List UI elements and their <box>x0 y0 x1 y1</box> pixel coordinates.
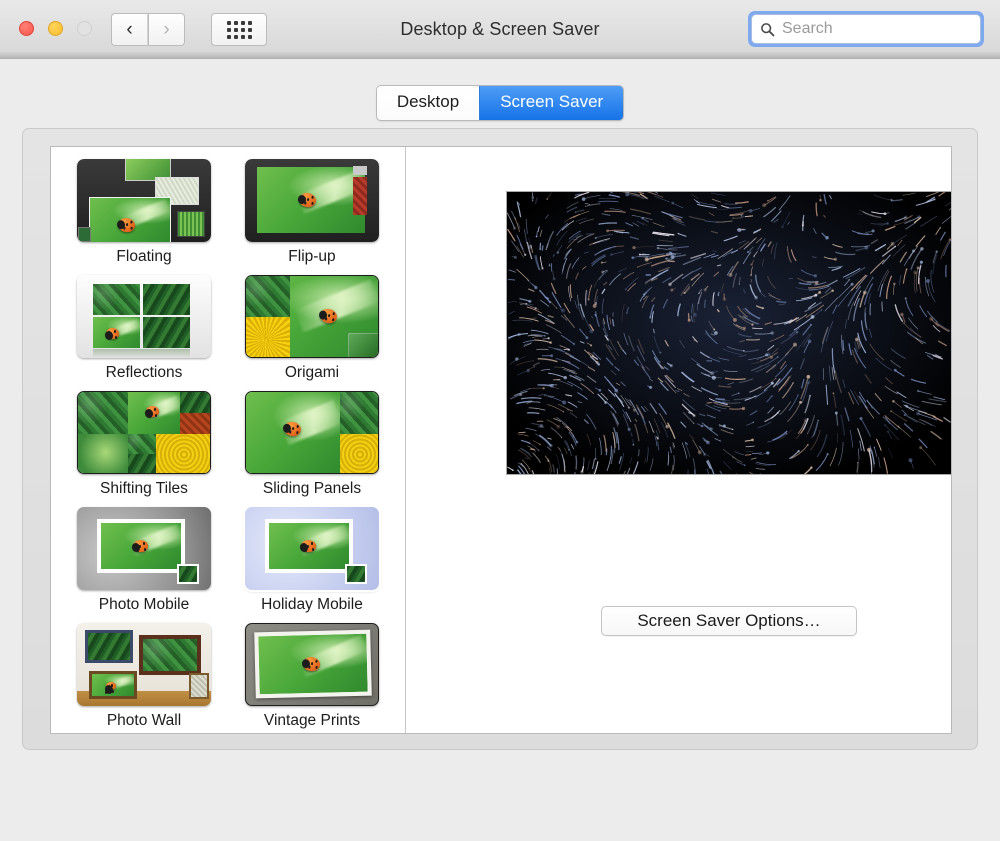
thumbnail-shifting-tiles <box>77 391 211 474</box>
content-container: Floating Flip-up Reflections Origami Shi… <box>22 128 978 750</box>
thumbnail-sliding-panels <box>245 391 379 474</box>
screen-saver-label: Flip-up <box>288 248 336 265</box>
thumbnail-photo-wall <box>77 623 211 706</box>
thumbnail-floating <box>77 159 211 242</box>
search-icon <box>761 22 775 36</box>
screen-saver-list[interactable]: Floating Flip-up Reflections Origami Shi… <box>51 147 406 733</box>
screen-saver-label: Reflections <box>105 364 183 381</box>
tab-screen-saver[interactable]: Screen Saver <box>479 86 624 120</box>
search-field-focus-ring <box>748 11 984 47</box>
screen-saver-item-vintage-prints[interactable]: Vintage Prints <box>228 620 396 733</box>
window-titlebar: ‹ › Desktop & Screen Saver <box>0 0 1000 59</box>
screen-saver-item-sliding-panels[interactable]: Sliding Panels <box>228 388 396 504</box>
screen-saver-label: Photo Wall <box>106 712 182 729</box>
thumbnail-flip-up <box>245 159 379 242</box>
preview-pane: Screen Saver Options… <box>407 147 951 733</box>
screen-saver-label: Vintage Prints <box>263 712 361 729</box>
screen-saver-label: Origami <box>284 364 340 381</box>
search-field[interactable] <box>751 14 981 44</box>
screen-saver-item-reflections[interactable]: Reflections <box>60 272 228 388</box>
screen-saver-item-origami[interactable]: Origami <box>228 272 396 388</box>
system-preferences-window: ‹ › Desktop & Screen Saver Desktop Scre <box>0 0 1000 841</box>
screen-saver-item-photo-wall[interactable]: Photo Wall <box>60 620 228 733</box>
screen-saver-label: Shifting Tiles <box>100 480 188 497</box>
thumbnail-vintage-prints <box>245 623 379 706</box>
tab-desktop[interactable]: Desktop <box>376 86 480 120</box>
thumbnail-photo-mobile <box>77 507 211 590</box>
screen-saver-label: Photo Mobile <box>98 596 190 613</box>
search-input[interactable] <box>782 20 962 38</box>
tab-bar: Desktop Screen Saver <box>0 85 1000 121</box>
thumbnail-origami <box>245 275 379 358</box>
screen-saver-item-floating[interactable]: Floating <box>60 156 228 272</box>
screen-saver-label: Sliding Panels <box>262 480 362 497</box>
screen-saver-panel: Floating Flip-up Reflections Origami Shi… <box>50 146 952 734</box>
bottom-controls: Start after: 20 Minutes ▲ ▼ Show with cl… <box>0 752 1000 841</box>
thumbnail-holiday-mobile <box>245 507 379 590</box>
screen-saver-options-button[interactable]: Screen Saver Options… <box>601 606 857 636</box>
screen-saver-label: Holiday Mobile <box>261 596 363 613</box>
screen-saver-label: Floating <box>116 248 172 265</box>
screen-saver-preview[interactable] <box>506 191 951 475</box>
screen-saver-item-photo-mobile[interactable]: Photo Mobile <box>60 504 228 620</box>
screen-saver-item-holiday-mobile[interactable]: Holiday Mobile <box>228 504 396 620</box>
screen-saver-item-shifting-tiles[interactable]: Shifting Tiles <box>60 388 228 504</box>
flurry-preview-art <box>507 192 951 474</box>
thumbnail-reflections <box>77 275 211 358</box>
screen-saver-item-flip-up[interactable]: Flip-up <box>228 156 396 272</box>
